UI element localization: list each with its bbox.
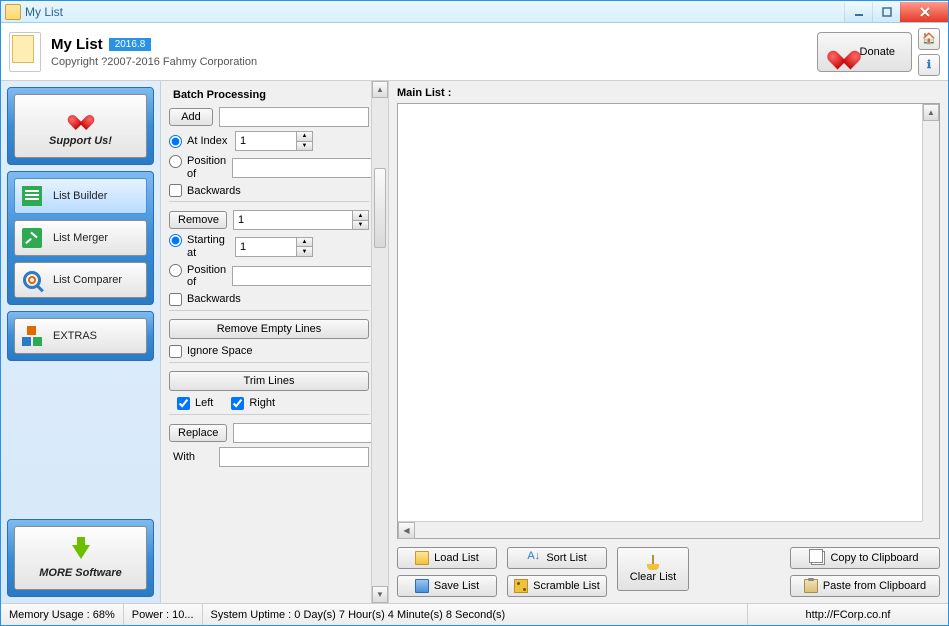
nav-extras[interactable]: EXTRAS (14, 318, 147, 354)
help-button[interactable]: ℹ (918, 54, 940, 76)
home-icon: 🏠 (922, 32, 936, 45)
minimize-button[interactable] (844, 2, 872, 22)
nav-list-comparer[interactable]: List Comparer (14, 262, 147, 298)
support-label: Support Us! (49, 135, 112, 147)
broom-icon (652, 555, 654, 565)
app-name: My List (51, 36, 103, 53)
batch-panel: Batch Processing Add At Index 1▲▼ Positi… (161, 81, 389, 603)
paste-icon (804, 579, 818, 593)
load-list-button[interactable]: Load List (397, 547, 497, 569)
status-uptime: System Uptime : 0 Day(s) 7 Hour(s) 4 Min… (203, 604, 748, 625)
trim-left-check[interactable] (177, 397, 190, 410)
add-input[interactable] (219, 107, 369, 127)
disk-icon (415, 579, 429, 593)
status-power: Power : 10... (124, 604, 203, 625)
sidebar: Support Us! List Builder List Merger Lis… (1, 81, 161, 603)
position-of-radio-2[interactable] (169, 264, 182, 277)
position-of-input[interactable] (232, 158, 382, 178)
with-label: With (169, 451, 213, 463)
nav-label: EXTRAS (53, 330, 97, 342)
status-bar: Memory Usage : 68% Power : 10... System … (1, 603, 948, 625)
trim-right-check[interactable] (231, 397, 244, 410)
magnifier-icon (23, 271, 41, 289)
sort-icon: A↓ (527, 551, 541, 565)
sort-list-button[interactable]: A↓Sort List (507, 547, 607, 569)
position-of-label-2: Positionof (187, 264, 226, 289)
document-icon (22, 186, 42, 206)
nav-list-merger[interactable]: List Merger (14, 220, 147, 256)
starting-at-radio[interactable] (169, 234, 182, 247)
ignore-space-label: Ignore Space (187, 345, 252, 357)
backwards-check-1[interactable] (169, 184, 182, 197)
app-icon (5, 4, 21, 20)
home-button[interactable]: 🏠 (918, 28, 940, 50)
main-list-box[interactable]: ▲ ◀ (397, 103, 940, 539)
window-title: My List (25, 5, 63, 19)
list-vscrollbar[interactable]: ▲ (922, 104, 939, 521)
main-panel: Main List : ▲ ◀ Load List Save List A↓So… (389, 81, 948, 603)
merge-icon (22, 228, 42, 248)
info-icon: ℹ (927, 58, 931, 71)
copyright-text: Copyright ?2007-2016 Fahmy Corporation (51, 56, 257, 68)
more-label: MORE Software (39, 567, 122, 579)
cubes-icon (22, 326, 42, 346)
nav-list-builder[interactable]: List Builder (14, 178, 147, 214)
more-software-button[interactable]: MORE Software (14, 526, 147, 590)
batch-title: Batch Processing (173, 89, 369, 101)
position-of-radio[interactable] (169, 155, 182, 168)
starting-at-label: Startingat (187, 234, 225, 259)
close-button[interactable] (900, 2, 948, 22)
add-button[interactable]: Add (169, 108, 213, 126)
title-bar: My List (1, 1, 948, 23)
replace-input[interactable] (233, 423, 383, 443)
header: My List 2016.8 Copyright ?2007-2016 Fahmy… (1, 23, 948, 81)
position-of-input-2[interactable] (232, 266, 382, 286)
nav-label: List Comparer (53, 274, 122, 286)
at-index-label: At Index (187, 135, 227, 148)
arrow-down-icon (77, 537, 85, 545)
donate-button[interactable]: Donate (817, 32, 912, 72)
trim-left-label: Left (195, 397, 213, 409)
backwards-check-2[interactable] (169, 293, 182, 306)
heart-icon (834, 43, 854, 61)
backwards-label-2: Backwards (187, 293, 241, 305)
status-memory: Memory Usage : 68% (1, 604, 124, 625)
nav-label: List Merger (53, 232, 108, 244)
support-us-button[interactable]: Support Us! (14, 94, 147, 158)
trim-lines-button[interactable]: Trim Lines (169, 371, 369, 391)
at-index-spinner[interactable]: 1▲▼ (235, 131, 313, 151)
position-of-label: Positionof (187, 155, 226, 180)
batch-scrollbar[interactable]: ▲ ▼ (371, 81, 388, 603)
main-list-title: Main List : (397, 87, 940, 99)
dice-icon (514, 579, 528, 593)
starting-at-spinner[interactable]: 1▲▼ (235, 237, 313, 257)
trim-right-label: Right (249, 397, 275, 409)
version-badge: 2016.8 (109, 38, 152, 51)
remove-spinner[interactable]: 1▲▼ (233, 210, 369, 230)
paste-clipboard-button[interactable]: Paste from Clipboard (790, 575, 940, 597)
copy-clipboard-button[interactable]: Copy to Clipboard (790, 547, 940, 569)
clipboard-icon (9, 32, 41, 72)
ignore-space-check[interactable] (169, 345, 182, 358)
status-url[interactable]: http://FCorp.co.nf (748, 604, 948, 625)
maximize-button[interactable] (872, 2, 900, 22)
save-list-button[interactable]: Save List (397, 575, 497, 597)
heart-icon (73, 109, 89, 123)
backwards-label: Backwards (187, 185, 241, 197)
remove-empty-button[interactable]: Remove Empty Lines (169, 319, 369, 339)
nav-label: List Builder (53, 190, 107, 202)
at-index-radio[interactable] (169, 135, 182, 148)
folder-icon (415, 551, 429, 565)
copy-icon (811, 551, 825, 565)
replace-button[interactable]: Replace (169, 424, 227, 442)
remove-button[interactable]: Remove (169, 211, 227, 229)
scramble-list-button[interactable]: Scramble List (507, 575, 607, 597)
with-input[interactable] (219, 447, 369, 467)
clear-list-button[interactable]: Clear List (617, 547, 689, 591)
donate-label: Donate (860, 46, 895, 58)
list-hscrollbar[interactable]: ◀ (398, 521, 939, 538)
